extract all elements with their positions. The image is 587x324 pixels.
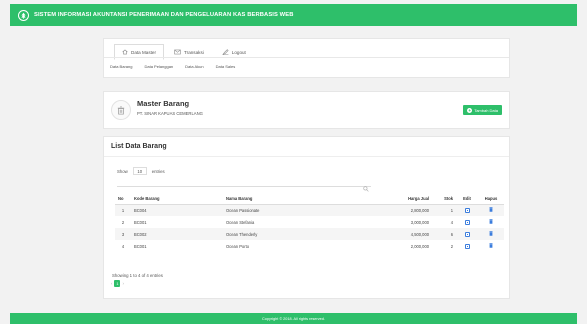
delete-button[interactable] — [478, 228, 504, 240]
logout-icon — [222, 49, 229, 55]
entries-select[interactable]: 10 — [132, 167, 147, 175]
list-data-barang-panel: List Data Barang Show 10 entries No Kode… — [103, 136, 510, 299]
table-row: 1 BC004 Ocean Passionate 2,800,000 1 — [115, 204, 504, 216]
delete-button[interactable] — [478, 204, 504, 216]
edit-icon — [464, 207, 470, 213]
table-row: 4 BC001 Ocean Porto 2,000,000 2 — [115, 240, 504, 252]
delete-button[interactable] — [478, 240, 504, 252]
sub-navigation: Data Barang Data Pelanggan Data Akun Dat… — [110, 64, 247, 69]
tab-label: Transaksi — [184, 49, 204, 55]
tab-label: Logout — [231, 49, 246, 55]
cell-stok: 1 — [432, 204, 456, 216]
col-no[interactable]: No — [115, 194, 131, 205]
cell-nama: Ocean Thenderly — [223, 228, 373, 240]
trash-icon — [489, 207, 493, 213]
col-kode-barang[interactable]: Kode Barang — [131, 194, 223, 205]
cell-harga: 2,800,000 — [373, 204, 432, 216]
table-row: 3 BC002 Ocean Thenderly 4,500,000 6 — [115, 228, 504, 240]
app-header: SISTEM INFORMASI AKUNTANSI PENERIMAAN DA… — [10, 4, 577, 26]
tree-logo-icon — [18, 9, 29, 21]
edit-icon — [464, 231, 470, 237]
subnav-data-pelanggan[interactable]: Data Pelanggan — [144, 64, 173, 69]
edit-button[interactable] — [456, 228, 478, 240]
col-stok[interactable]: Stok — [432, 194, 456, 205]
edit-button[interactable] — [456, 216, 478, 228]
cell-kode: BC001 — [131, 240, 223, 252]
edit-icon — [464, 243, 470, 249]
trash-icon — [489, 231, 493, 237]
cell-harga: 2,000,000 — [373, 240, 432, 252]
cell-kode: BC004 — [131, 204, 223, 216]
entries-length-control: Show 10 entries — [117, 167, 165, 175]
company-name: PT. SINAR KAPUAS CEMERLANG — [137, 111, 203, 116]
subnav-data-akun[interactable]: Data Akun — [185, 64, 203, 69]
master-barang-panel: Master Barang PT. SINAR KAPUAS CEMERLANG… — [103, 91, 510, 129]
edit-button[interactable] — [456, 240, 478, 252]
trash-icon — [489, 219, 493, 225]
app-title: SISTEM INFORMASI AKUNTANSI PENERIMAAN DA… — [34, 12, 294, 18]
col-harga-jual[interactable]: Harga Jual — [373, 194, 432, 205]
table-row: 2 BC001 Ocean Stefania 3,000,000 4 — [115, 216, 504, 228]
table-info: Showing 1 to 4 of 4 entries — [112, 273, 163, 278]
cell-nama: Ocean Passionate — [223, 204, 373, 216]
edit-icon — [464, 219, 470, 225]
cell-stok: 2 — [432, 240, 456, 252]
barang-table: No Kode Barang Nama Barang Harga Jual St… — [115, 194, 504, 252]
navigation-panel: Data Master Transaksi Logout Data Barang… — [103, 38, 510, 78]
trash-icon — [111, 100, 131, 120]
delete-button[interactable] — [478, 216, 504, 228]
entries-label: entries — [151, 168, 165, 174]
cell-stok: 4 — [432, 216, 456, 228]
cell-nama: Ocean Stefania — [223, 216, 373, 228]
show-label: Show — [117, 168, 128, 174]
cell-no: 3 — [115, 228, 131, 240]
cell-kode: BC001 — [131, 216, 223, 228]
cell-nama: Ocean Porto — [223, 240, 373, 252]
list-title: List Data Barang — [111, 143, 167, 150]
col-nama-barang[interactable]: Nama Barang — [223, 194, 373, 205]
tab-label: Data Master — [131, 49, 157, 55]
tab-divider — [104, 57, 509, 58]
search-input[interactable] — [117, 178, 371, 192]
list-divider — [104, 156, 509, 157]
subnav-data-sales[interactable]: Data Sales — [216, 64, 236, 69]
home-icon — [122, 49, 128, 55]
cell-harga: 4,500,000 — [373, 228, 432, 240]
plus-circle-icon: + — [467, 107, 473, 113]
cell-kode: BC002 — [131, 228, 223, 240]
pagination: ‹ 1 › — [111, 280, 124, 287]
copyright-text: Copyright © 2018. All rights reserved. — [262, 316, 325, 321]
cell-harga: 3,000,000 — [373, 216, 432, 228]
cell-no: 2 — [115, 216, 131, 228]
page-title: Master Barang — [137, 99, 190, 108]
subnav-data-barang[interactable]: Data Barang — [110, 64, 132, 69]
app-footer: Copyright © 2018. All rights reserved. — [10, 313, 577, 324]
cell-no: 4 — [115, 240, 131, 252]
pagination-next[interactable]: › — [122, 281, 123, 286]
envelope-icon — [174, 49, 181, 55]
add-data-label: Tambah Data — [474, 107, 498, 113]
col-edit: Edit — [456, 194, 478, 205]
pagination-page[interactable]: 1 — [114, 280, 121, 287]
col-hapus: Hapus — [478, 194, 504, 205]
edit-button[interactable] — [456, 204, 478, 216]
cell-stok: 6 — [432, 228, 456, 240]
add-data-button[interactable]: + Tambah Data — [463, 105, 502, 115]
table-header-row: No Kode Barang Nama Barang Harga Jual St… — [115, 194, 504, 205]
pagination-prev[interactable]: ‹ — [111, 281, 112, 286]
cell-no: 1 — [115, 204, 131, 216]
trash-icon — [489, 243, 493, 249]
